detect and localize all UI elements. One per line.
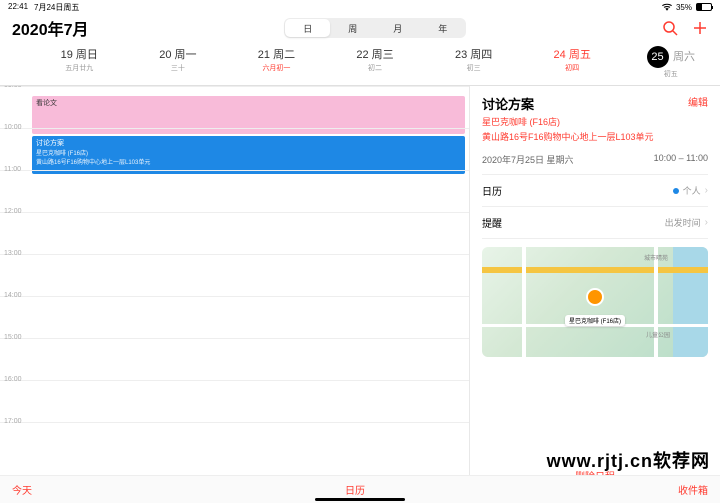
hour-row: 10:00 xyxy=(0,128,469,170)
day-sun[interactable]: 19 周日五月廿九 xyxy=(30,46,129,79)
view-segmented-control: 日 周 月 年 xyxy=(284,18,466,38)
seg-month[interactable]: 月 xyxy=(375,19,420,37)
hour-row: 09:00 xyxy=(0,86,469,128)
inbox-button[interactable]: 收件箱 xyxy=(678,482,708,497)
timeline[interactable]: 看论文 讨论方案 星巴克咖啡 (F16店) 黄山路16号F16购物中心地上一层L… xyxy=(0,86,470,499)
day-sat-selected[interactable]: 25 周六初五 xyxy=(621,46,720,79)
main-content: 看论文 讨论方案 星巴克咖啡 (F16店) 黄山路16号F16购物中心地上一层L… xyxy=(0,86,720,499)
map-pin-icon xyxy=(586,288,604,306)
calendar-dot-icon xyxy=(673,188,679,194)
wifi-icon xyxy=(662,3,672,11)
hour-row: 14:00 xyxy=(0,296,469,338)
hour-row: 15:00 xyxy=(0,338,469,380)
battery-percent: 35% xyxy=(676,3,692,12)
detail-datetime: 2020年7月25日 星期六 10:00 – 11:00 xyxy=(482,153,708,175)
chevron-right-icon: › xyxy=(705,185,708,196)
watermark: www.rjtj.cn软荐网 xyxy=(547,447,710,473)
detail-title: 讨论方案 xyxy=(482,94,534,113)
status-date: 7月24日周五 xyxy=(34,2,79,13)
chevron-right-icon: › xyxy=(705,217,708,228)
hour-row: 13:00 xyxy=(0,254,469,296)
battery-icon xyxy=(696,3,712,11)
map-preview[interactable]: 城市晴苑 儿童公园 星巴克咖啡 (F16店) xyxy=(482,247,708,357)
add-icon[interactable] xyxy=(692,20,708,36)
day-thu[interactable]: 23 周四初三 xyxy=(424,46,523,79)
day-mon[interactable]: 20 周一三十 xyxy=(129,46,228,79)
hour-row: 11:00 xyxy=(0,170,469,212)
search-icon[interactable] xyxy=(662,20,678,36)
edit-button[interactable]: 编辑 xyxy=(688,94,708,109)
detail-location-addr: 黄山路16号F16购物中心地上一层L103单元 xyxy=(482,130,708,143)
status-bar: 22:41 7月24日周五 35% xyxy=(0,0,720,14)
day-tue[interactable]: 21 周二六月初一 xyxy=(227,46,326,79)
calendars-button[interactable]: 日历 xyxy=(32,482,678,497)
seg-week[interactable]: 周 xyxy=(330,19,375,37)
seg-day[interactable]: 日 xyxy=(285,19,330,37)
day-fri-today[interactable]: 24 周五初四 xyxy=(523,46,622,79)
event-detail-panel: 讨论方案 编辑 星巴克咖啡 (F16店) 黄山路16号F16购物中心地上一层L1… xyxy=(470,86,720,499)
alert-row[interactable]: 提醒 出发时间› xyxy=(482,207,708,239)
calendar-row[interactable]: 日历 个人› xyxy=(482,175,708,207)
today-button[interactable]: 今天 xyxy=(12,482,32,497)
week-header: 19 周日五月廿九 20 周一三十 21 周二六月初一 22 周三初二 23 周… xyxy=(0,42,720,86)
detail-location-name: 星巴克咖啡 (F16店) xyxy=(482,115,708,128)
seg-year[interactable]: 年 xyxy=(420,19,465,37)
header: 2020年7月 日 周 月 年 xyxy=(0,14,720,42)
map-pin-label: 星巴克咖啡 (F16店) xyxy=(565,315,625,326)
day-wed[interactable]: 22 周三初二 xyxy=(326,46,425,79)
status-time: 22:41 xyxy=(8,2,28,13)
month-title[interactable]: 2020年7月 xyxy=(12,16,89,40)
home-indicator[interactable] xyxy=(315,498,405,501)
hour-row: 12:00 xyxy=(0,212,469,254)
hour-row: 16:00 xyxy=(0,380,469,422)
hour-row: 17:00 xyxy=(0,422,469,464)
